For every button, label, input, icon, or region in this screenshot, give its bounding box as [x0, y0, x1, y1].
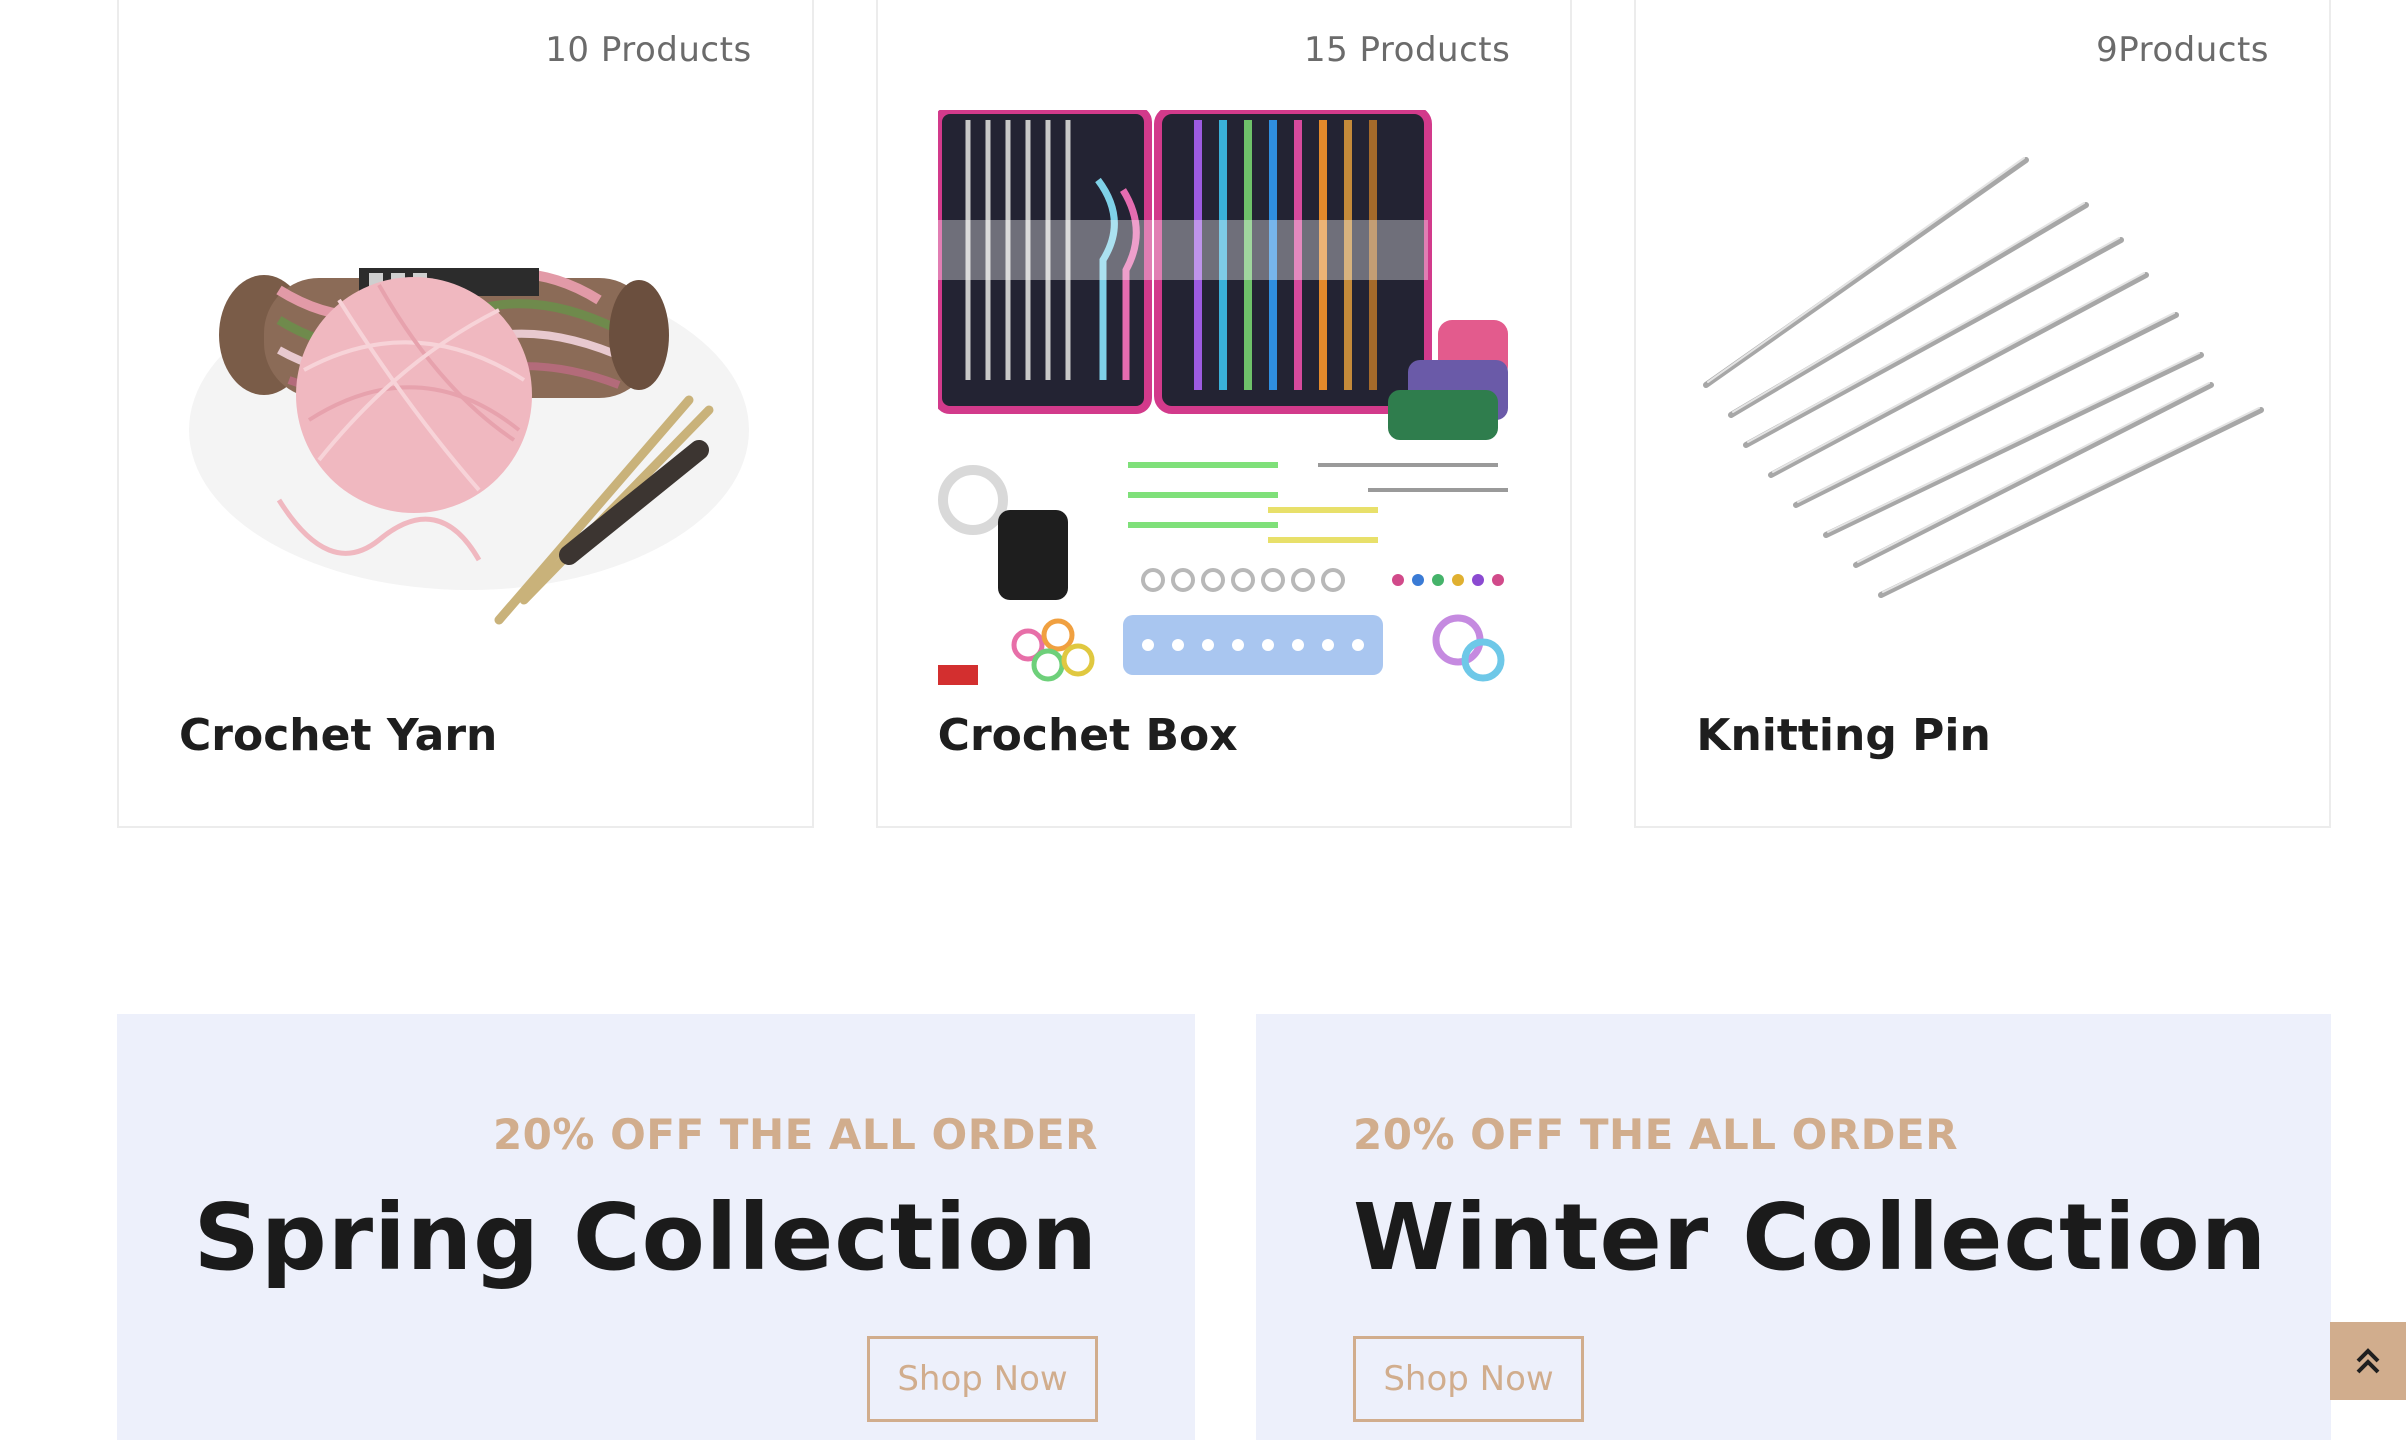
- shop-now-button[interactable]: Shop Now: [867, 1336, 1098, 1422]
- promo-banner-spring: 20% OFF THE ALL ORDER Spring Collection …: [117, 1014, 1195, 1440]
- category-card-crochet-box[interactable]: 15 Products Crochet Box: [875, 0, 1573, 828]
- category-title[interactable]: Knitting Pin: [1696, 710, 1990, 761]
- promo-banner-winter: 20% OFF THE ALL ORDER Winter Collection …: [1256, 1014, 2331, 1440]
- category-card-knitting-pin[interactable]: 9Products Knitting Pin: [1634, 0, 2332, 828]
- promo-subtitle: 20% OFF THE ALL ORDER: [1353, 1110, 1959, 1159]
- product-count: 9Products: [2096, 30, 2270, 70]
- double-chevron-up-icon: [2356, 1348, 2380, 1374]
- knitting-pins-image[interactable]: [1696, 110, 2271, 685]
- yarn-image[interactable]: [179, 110, 754, 685]
- promo-title: Winter Collection: [1353, 1184, 2268, 1291]
- promo-title: Spring Collection: [193, 1184, 1098, 1291]
- product-count: 15 Products: [1303, 30, 1511, 70]
- product-count: 10 Products: [545, 30, 752, 70]
- category-title[interactable]: Crochet Box: [938, 710, 1238, 761]
- category-title[interactable]: Crochet Yarn: [179, 710, 497, 761]
- scroll-to-top-button[interactable]: [2330, 1322, 2406, 1400]
- shop-now-button[interactable]: Shop Now: [1353, 1336, 1584, 1422]
- category-card-crochet-yarn[interactable]: 10 Products Crochet Yarn: [117, 0, 814, 828]
- promo-subtitle: 20% OFF THE ALL ORDER: [492, 1110, 1098, 1159]
- category-grid: 10 Products Crochet Yarn 15 Products Cro…: [117, 0, 2332, 828]
- crochet-kit-image[interactable]: [937, 110, 1513, 685]
